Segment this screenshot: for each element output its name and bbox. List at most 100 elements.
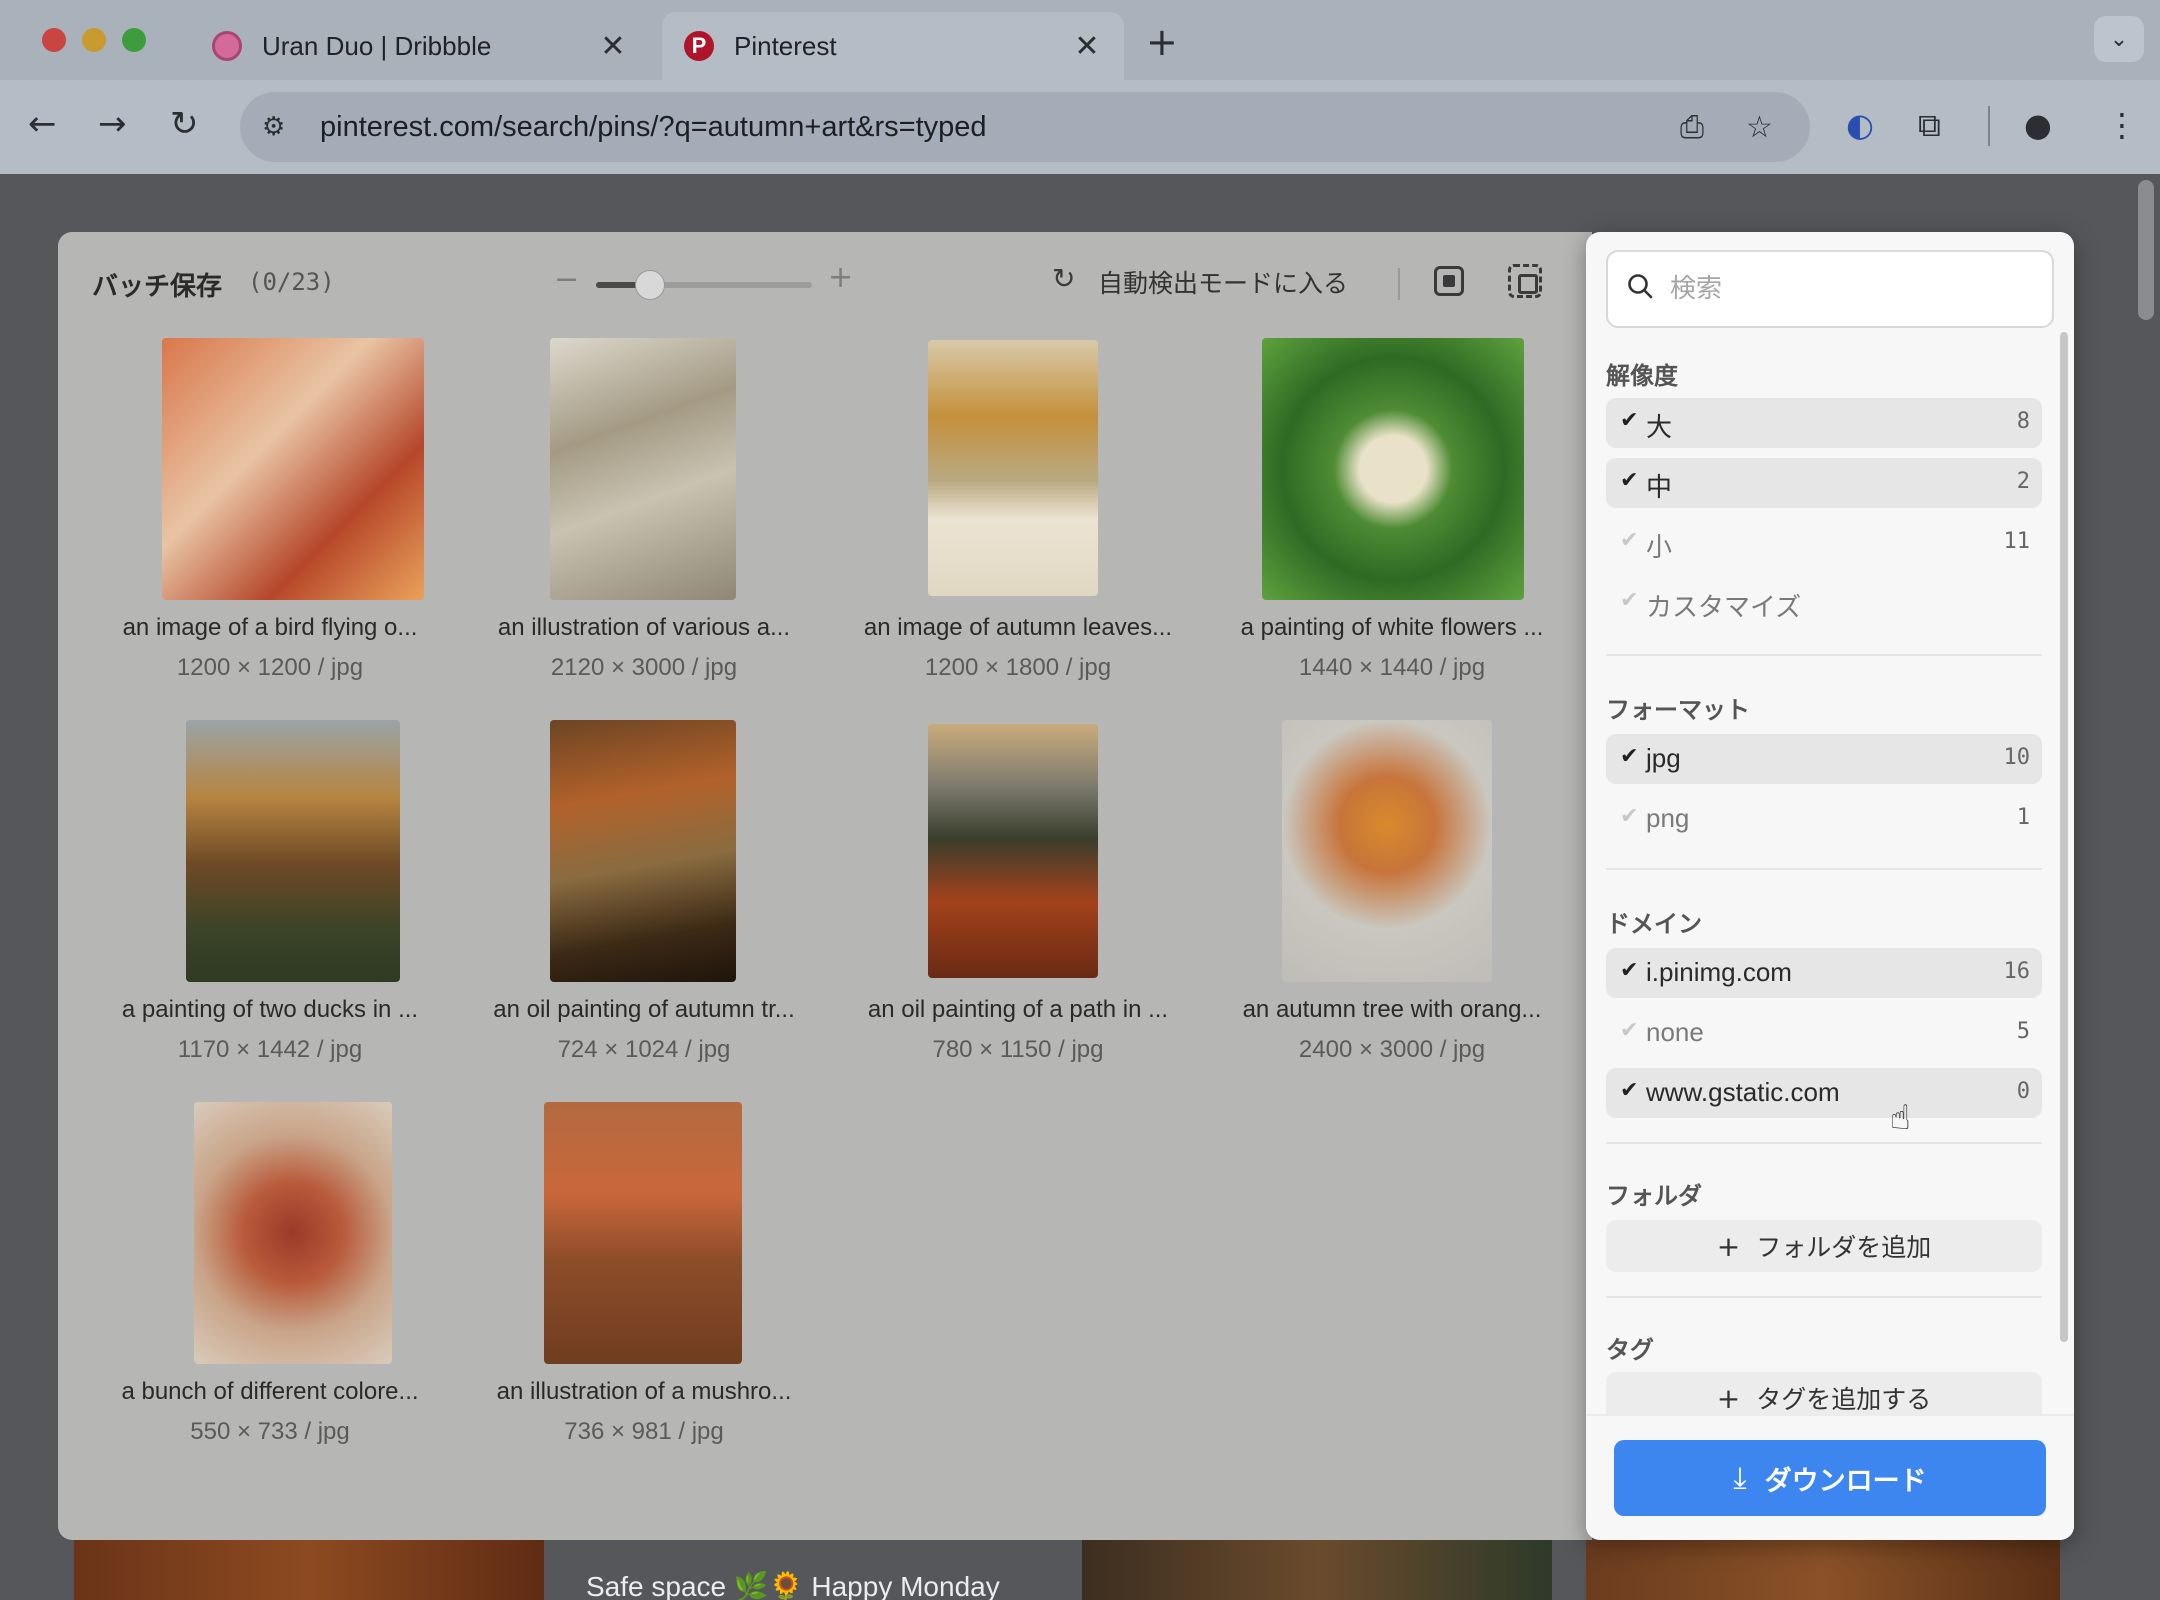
background-pin-image xyxy=(74,1540,544,1600)
tab-close-icon[interactable]: ✕ xyxy=(598,29,628,64)
region-select-icon[interactable] xyxy=(1508,264,1542,298)
domain-option-gstatic[interactable]: ✔ www.gstatic.com 0 xyxy=(1606,1068,2042,1118)
format-option-png[interactable]: ✔ png 1 xyxy=(1606,794,2042,844)
back-arrow-icon[interactable]: ← xyxy=(28,104,57,144)
tab-dribbble[interactable]: Uran Duo | Dribbble ✕ xyxy=(190,12,650,80)
option-count: 16 xyxy=(2003,959,2031,984)
slider-handle[interactable] xyxy=(635,270,665,300)
section-divider xyxy=(1606,1296,2042,1298)
window-maximize-button[interactable] xyxy=(122,28,146,52)
image-meta: 736 × 981 / jpg xyxy=(564,1418,724,1445)
image-thumbnail[interactable] xyxy=(550,720,736,982)
folder-section-label: フォルダ xyxy=(1606,1182,1702,1210)
search-input[interactable] xyxy=(1670,260,2040,318)
image-meta: 1440 × 1440 / jpg xyxy=(1298,654,1486,681)
refresh-icon[interactable]: ↻ xyxy=(1052,262,1075,295)
zoom-out-icon[interactable]: − xyxy=(554,262,579,297)
checkmark-icon: ✔ xyxy=(1620,804,1639,829)
domain-option-none[interactable]: ✔ none 5 xyxy=(1606,1008,2042,1058)
option-count: 2 xyxy=(2016,469,2030,494)
window-minimize-button[interactable] xyxy=(82,28,106,52)
browser-toolbar: ← → ↻ ⚙ pinterest.com/search/pins/?q=aut… xyxy=(0,80,2160,174)
extensions-puzzle-icon[interactable]: ⧉ xyxy=(1918,106,1941,145)
option-label: i.pinimg.com xyxy=(1646,957,1792,987)
option-label: カスタマイズ xyxy=(1646,592,1802,622)
thumbnail-size-slider[interactable] xyxy=(596,270,812,300)
image-meta: 780 × 1150 / jpg xyxy=(932,1036,1104,1063)
image-thumbnail[interactable] xyxy=(550,338,736,600)
image-thumbnail[interactable] xyxy=(928,340,1098,596)
image-meta: 1170 × 1442 / jpg xyxy=(177,1036,363,1063)
page-scrollbar[interactable] xyxy=(2138,180,2154,320)
window-close-button[interactable] xyxy=(42,28,66,52)
auto-detect-mode-button[interactable]: 自動検出モードに入る xyxy=(1098,264,1348,300)
image-thumbnail[interactable] xyxy=(1262,338,1524,600)
option-count: 11 xyxy=(2003,529,2031,554)
image-thumbnail[interactable] xyxy=(186,720,400,982)
option-label: www.gstatic.com xyxy=(1646,1077,1840,1107)
extension-globe-icon[interactable]: ◐ xyxy=(1846,106,1874,144)
checkmark-icon: ✔ xyxy=(1620,958,1639,983)
option-count: 1 xyxy=(2016,805,2030,830)
image-meta: 1200 × 1800 / jpg xyxy=(924,654,1112,681)
download-button[interactable]: ⤓ ダウンロード xyxy=(1614,1440,2046,1516)
site-settings-icon[interactable]: ⚙ xyxy=(262,112,296,142)
format-section-label: フォーマット xyxy=(1606,696,1750,724)
plus-icon: + xyxy=(1716,1229,1741,1263)
download-label: ダウンロード xyxy=(1764,1465,1927,1497)
zoom-in-icon[interactable]: + xyxy=(828,260,853,295)
domain-option-pinimg[interactable]: ✔ i.pinimg.com 16 xyxy=(1606,948,2042,998)
tab-close-icon[interactable]: ✕ xyxy=(1072,29,1102,64)
tag-section-label: タグ xyxy=(1606,1336,1654,1364)
filter-search[interactable] xyxy=(1606,250,2054,328)
tab-pinterest[interactable]: P Pinterest ✕ xyxy=(662,12,1124,80)
browser-menu-icon[interactable]: ⋮ xyxy=(2106,106,2138,144)
resolution-option-large[interactable]: ✔ 大 8 xyxy=(1606,398,2042,448)
checkmark-icon: ✔ xyxy=(1620,744,1639,769)
add-folder-button[interactable]: + フォルダを追加 xyxy=(1606,1220,2042,1272)
resolution-option-small[interactable]: ✔ 小 11 xyxy=(1606,518,2042,568)
checkmark-icon: ✔ xyxy=(1620,1078,1639,1103)
install-app-icon[interactable]: ⎙ xyxy=(1680,110,1704,145)
panel-scrollbar[interactable] xyxy=(2060,332,2068,1342)
option-label: jpg xyxy=(1646,743,1681,773)
option-label: none xyxy=(1646,1017,1704,1047)
checkmark-icon: ✔ xyxy=(1620,408,1639,433)
tab-search-chevron-icon[interactable]: ⌄ xyxy=(2094,16,2144,62)
batch-save-modal: バッチ保存 (0/23) − + ↻ 自動検出モードに入る an image o… xyxy=(58,232,1592,1540)
tab-title: Pinterest xyxy=(734,30,837,61)
resolution-option-medium[interactable]: ✔ 中 2 xyxy=(1606,458,2042,508)
search-icon xyxy=(1628,274,1653,299)
image-meta: 2120 × 3000 / jpg xyxy=(550,654,738,681)
background-pin-caption: Safe space 🌿🌻 Happy Monday xyxy=(586,1571,1000,1600)
image-caption: an oil painting of a path in ... xyxy=(867,996,1169,1023)
forward-arrow-icon[interactable]: → xyxy=(98,104,127,144)
browser-titlebar: Uran Duo | Dribbble ✕ P Pinterest ✕ + ⌄ xyxy=(0,0,2160,80)
hand-pointer-cursor-icon: ☝ xyxy=(1890,1098,1911,1138)
image-thumbnail[interactable] xyxy=(162,338,424,600)
option-label: 小 xyxy=(1646,532,1673,562)
image-thumbnail[interactable] xyxy=(1282,720,1492,982)
plus-icon: + xyxy=(1716,1381,1741,1415)
address-bar[interactable]: ⚙ pinterest.com/search/pins/?q=autumn+ar… xyxy=(240,92,1810,162)
reload-icon[interactable]: ↻ xyxy=(170,104,199,144)
background-pin-image xyxy=(1082,1540,1552,1600)
domain-section-label: ドメイン xyxy=(1606,910,1702,938)
profile-avatar-icon[interactable]: ● xyxy=(2024,106,2052,144)
image-thumbnail[interactable] xyxy=(544,1102,742,1364)
bookmark-star-icon[interactable]: ☆ xyxy=(1746,110,1773,145)
url-text[interactable]: pinterest.com/search/pins/?q=autumn+art&… xyxy=(320,111,987,144)
panel-footer: ⤓ ダウンロード xyxy=(1586,1414,2074,1540)
select-all-icon[interactable] xyxy=(1434,266,1464,296)
tab-title: Uran Duo | Dribbble xyxy=(262,30,492,61)
filter-panel: 解像度 ✔ 大 8 ✔ 中 2 ✔ 小 11 ✔ カスタマイズ フォーマット ✔… xyxy=(1586,232,2074,1540)
download-arrow-icon: ⤓ xyxy=(1733,1460,1747,1496)
new-tab-plus-icon[interactable]: + xyxy=(1146,20,1178,64)
image-thumbnail[interactable] xyxy=(194,1102,392,1364)
image-thumbnail[interactable] xyxy=(928,724,1098,978)
resolution-option-custom[interactable]: ✔ カスタマイズ xyxy=(1606,578,2042,628)
option-count: 0 xyxy=(2016,1079,2030,1104)
checkmark-icon: ✔ xyxy=(1620,588,1639,613)
format-option-jpg[interactable]: ✔ jpg 10 xyxy=(1606,734,2042,784)
image-caption: a painting of two ducks in ... xyxy=(121,996,419,1023)
